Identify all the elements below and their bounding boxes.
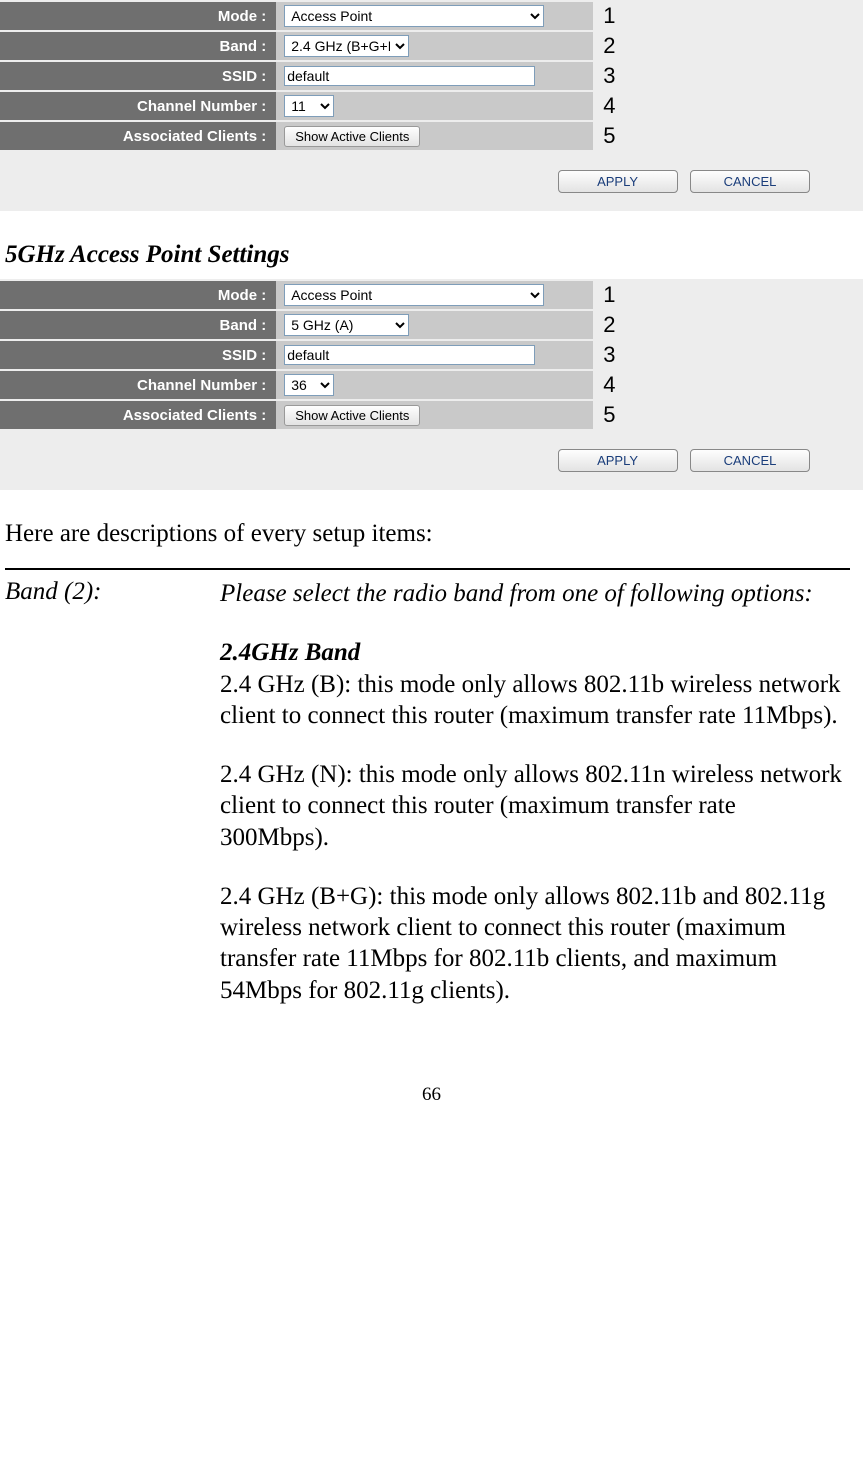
row-number: 4 (593, 371, 630, 399)
desc-p3: 2.4 GHz (N): this mode only allows 802.1… (220, 759, 850, 853)
row-number: 3 (593, 341, 630, 369)
row5-value-cell: Access Point (276, 281, 593, 309)
row5-label: Band : (0, 311, 276, 339)
row5-label: Associated Clients : (0, 401, 276, 429)
row5-value-cell: Show Active Clients (276, 401, 593, 429)
row5-select[interactable]: 36 (284, 374, 334, 396)
row-number: 4 (593, 92, 630, 120)
apply-button[interactable]: APPLY (558, 170, 678, 193)
section-title-5ghz: 5GHz Access Point Settings (5, 241, 863, 269)
row24-label: Band : (0, 32, 276, 60)
row5-row: Mode : Access Point 1 (0, 281, 630, 309)
show-active-clients-button[interactable]: Show Active Clients (284, 126, 420, 147)
row24-value-cell: 2.4 GHz (B+G+N) (276, 32, 593, 60)
row5-value-cell: 5 GHz (A) (276, 311, 593, 339)
row24-label: SSID : (0, 62, 276, 90)
description-table: Band (2): Please select the radio band f… (5, 568, 850, 1034)
settings-table-5ghz: Mode :Access Point1Band :5 GHz (A)2SSID … (0, 279, 630, 431)
row5-input[interactable] (284, 345, 535, 365)
desc-p4: 2.4 GHz (B+G): this mode only allows 802… (220, 881, 850, 1006)
row5-label: Mode : (0, 281, 276, 309)
row24-value-cell: Show Active Clients (276, 122, 593, 150)
cancel-button[interactable]: CANCEL (690, 449, 810, 472)
row-number: 2 (593, 32, 630, 60)
row5-row: Associated Clients : Show Active Clients 5 (0, 401, 630, 429)
description-label: Band (2): (5, 569, 220, 1034)
row24-row: Channel Number : 11 4 (0, 92, 630, 120)
row-number: 1 (593, 2, 630, 30)
row24-select[interactable]: Access Point (284, 5, 544, 27)
row-number: 2 (593, 311, 630, 339)
action-row-24ghz: APPLY CANCEL (0, 152, 825, 193)
row5-select[interactable]: 5 GHz (A) (284, 314, 409, 336)
row24-row: Mode : Access Point 1 (0, 2, 630, 30)
page-number: 66 (0, 1084, 863, 1106)
desc-subhead: 2.4GHz Band (220, 639, 360, 666)
row24-select[interactable]: 11 (284, 95, 334, 117)
show-active-clients-button[interactable]: Show Active Clients (284, 405, 420, 426)
settings-table-24ghz: Mode : Access Point 1 Band : 2.4 GHz (B+G+N)… (0, 0, 630, 152)
apply-button[interactable]: APPLY (558, 449, 678, 472)
row24-row: SSID : 3 (0, 62, 630, 90)
row5-value-cell: 36 (276, 371, 593, 399)
row5-label: SSID : (0, 341, 276, 369)
row5-select[interactable]: Access Point (284, 284, 544, 306)
row5-label: Channel Number : (0, 371, 276, 399)
description-body: Please select the radio band from one of… (220, 569, 850, 1034)
row24-input[interactable] (284, 66, 535, 86)
row-number: 5 (593, 401, 630, 429)
row5-row: Band : 5 GHz (A) 2 (0, 311, 630, 339)
settings-panel-24ghz: Mode : Access Point 1 Band : 2.4 GHz (B+G+N)… (0, 0, 863, 211)
desc-p1: Please select the radio band from one of… (220, 578, 850, 609)
action-row-5ghz: APPLY CANCEL (0, 431, 825, 472)
row-number: 3 (593, 62, 630, 90)
row-number: 5 (593, 122, 630, 150)
row24-row: Associated Clients : Show Active Clients 5 (0, 122, 630, 150)
row24-value-cell: Access Point (276, 2, 593, 30)
row5-row: Channel Number : 36 4 (0, 371, 630, 399)
settings-panel-5ghz: Mode :Access Point1Band :5 GHz (A)2SSID … (0, 279, 863, 490)
description-intro: Here are descriptions of every setup ite… (5, 520, 863, 548)
cancel-button[interactable]: CANCEL (690, 170, 810, 193)
row24-label: Associated Clients : (0, 122, 276, 150)
row24-label: Channel Number : (0, 92, 276, 120)
row-number: 1 (593, 281, 630, 309)
row24-select[interactable]: 2.4 GHz (B+G+N) (284, 35, 409, 57)
row5-value-cell (276, 341, 593, 369)
row24-value-cell: 11 (276, 92, 593, 120)
row24-label: Mode : (0, 2, 276, 30)
desc-p2: 2.4 GHz (B): this mode only allows 802.1… (220, 669, 850, 732)
row5-row: SSID : 3 (0, 341, 630, 369)
row24-value-cell (276, 62, 593, 90)
row24-row: Band : 2.4 GHz (B+G+N) 2 (0, 32, 630, 60)
